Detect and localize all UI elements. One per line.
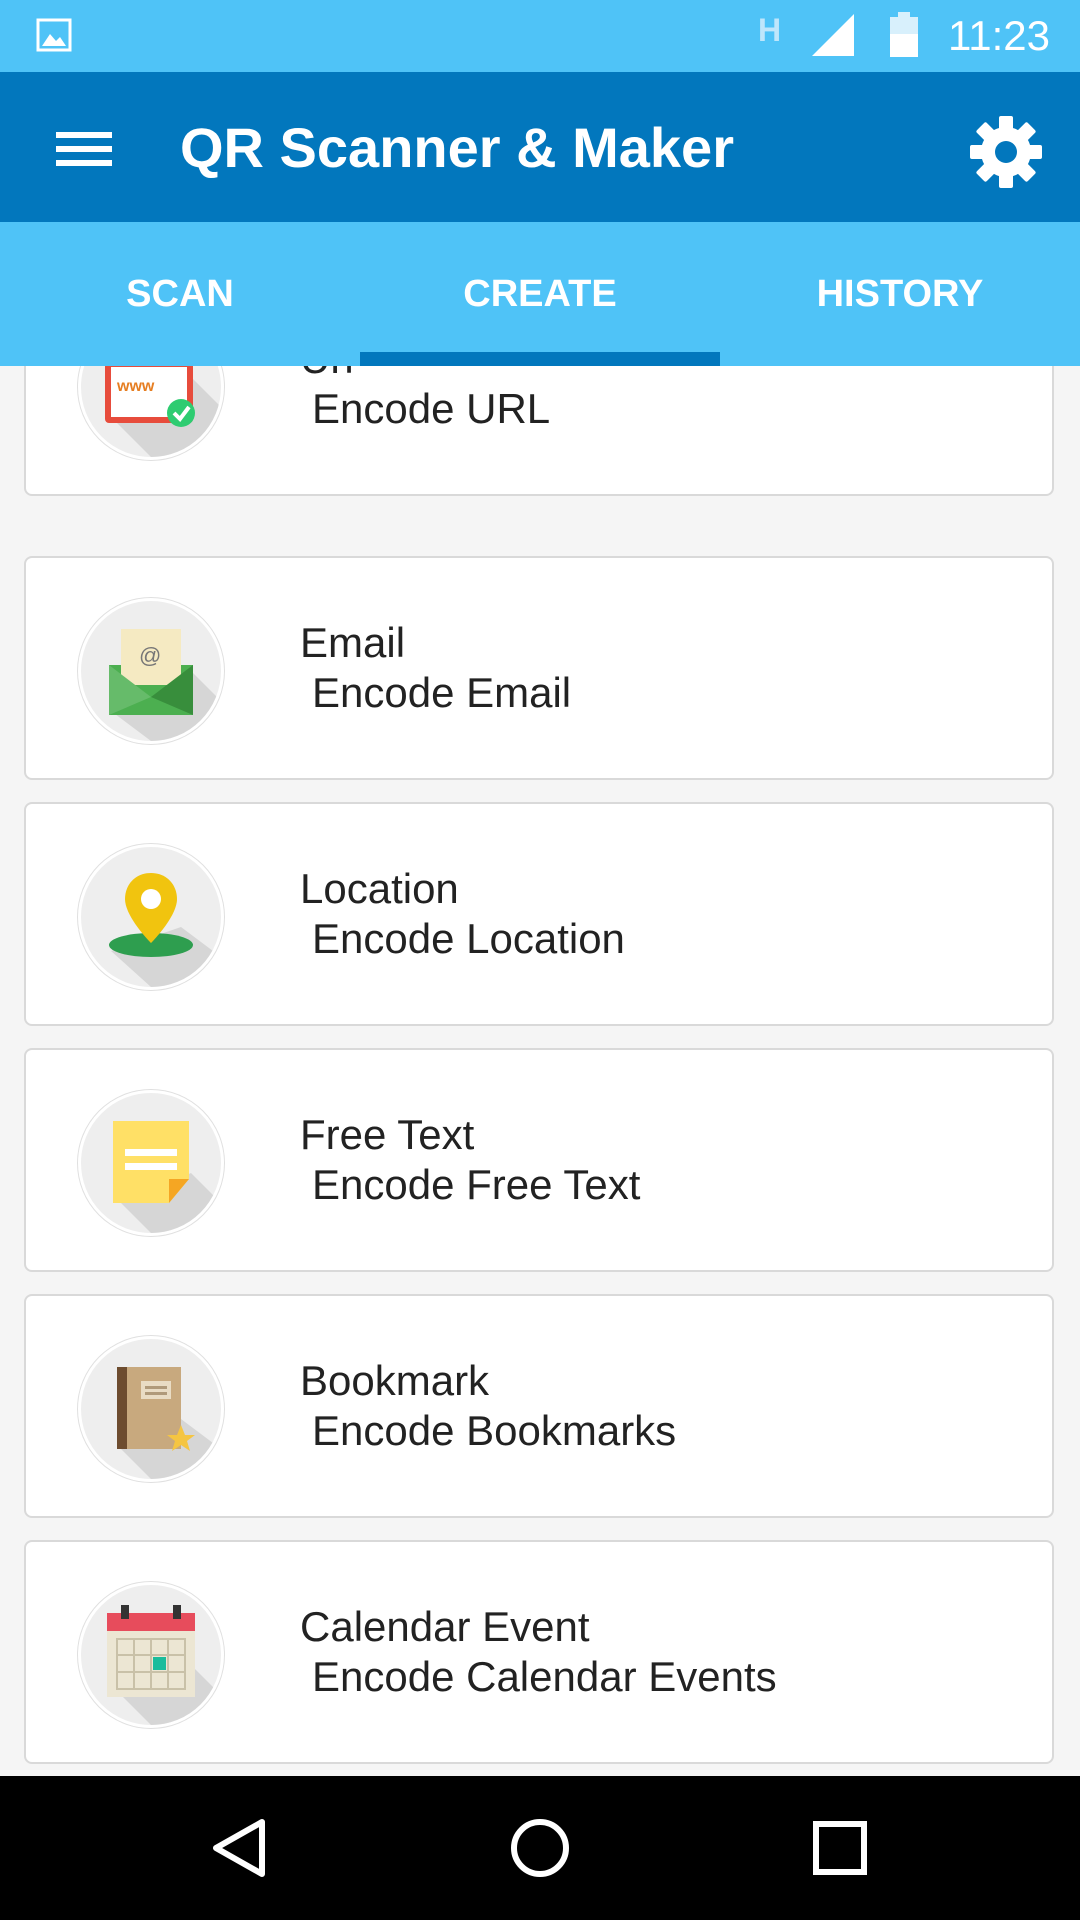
system-nav-bar: [0, 1776, 1080, 1920]
location-pin-icon: [78, 844, 224, 990]
tab-indicator: [360, 352, 720, 366]
home-icon[interactable]: [500, 1808, 580, 1888]
item-subtitle: Encode Bookmarks: [312, 1407, 677, 1454]
tab-history[interactable]: HISTORY: [720, 222, 1080, 366]
recents-icon[interactable]: [800, 1808, 880, 1888]
item-title: Location: [300, 865, 459, 912]
item-subtitle: Encode Email: [312, 669, 572, 716]
sticky-note-icon: [78, 1090, 224, 1236]
gallery-icon: [36, 18, 72, 52]
clock: 11:23: [948, 12, 1050, 59]
list-item-location[interactable]: Location Encode Location: [24, 802, 1054, 1026]
signal-icon: [812, 14, 854, 56]
item-subtitle: Encode Location: [312, 915, 625, 962]
item-title: Url: [300, 366, 354, 384]
battery-icon: [890, 12, 918, 57]
list-item-email[interactable]: @ Email Encode Email: [24, 556, 1054, 780]
app-bar: QR Scanner & Maker: [0, 72, 1080, 222]
back-icon[interactable]: [200, 1808, 280, 1888]
item-title: Free Text: [300, 1111, 475, 1158]
list-item-bookmark[interactable]: Bookmark Encode Bookmarks: [24, 1294, 1054, 1518]
status-bar: H 11:23: [0, 0, 1080, 72]
list-item-free-text[interactable]: Free Text Encode Free Text: [24, 1048, 1054, 1272]
item-title: Email: [300, 619, 406, 666]
svg-text:@: @: [139, 643, 161, 668]
hamburger-menu-icon[interactable]: [44, 116, 124, 182]
tab-create[interactable]: CREATE: [360, 222, 720, 366]
create-list[interactable]: www Url Encode URL @ Email Encode Email: [0, 366, 1080, 1776]
list-item-calendar-event[interactable]: Calendar Event Encode Calendar Events: [24, 1540, 1054, 1764]
bookmark-book-icon: [78, 1336, 224, 1482]
network-type: H: [758, 12, 782, 48]
calendar-icon: [78, 1582, 224, 1728]
email-envelope-icon: @: [78, 598, 224, 744]
app-title: QR Scanner & Maker: [180, 116, 734, 179]
item-subtitle: Encode URL: [312, 385, 551, 432]
item-title: Calendar Event: [300, 1603, 590, 1650]
www-browser-icon: www: [78, 366, 224, 460]
tab-scan[interactable]: SCAN: [0, 222, 360, 366]
item-subtitle: Encode Calendar Events: [312, 1653, 777, 1700]
tab-bar: SCAN CREATE HISTORY: [0, 222, 1080, 366]
item-subtitle: Encode Free Text: [312, 1161, 641, 1208]
item-title: Bookmark: [300, 1357, 490, 1404]
list-item-url[interactable]: www Url Encode URL: [24, 366, 1054, 496]
svg-text:www: www: [116, 378, 155, 395]
gear-icon[interactable]: [966, 112, 1046, 192]
